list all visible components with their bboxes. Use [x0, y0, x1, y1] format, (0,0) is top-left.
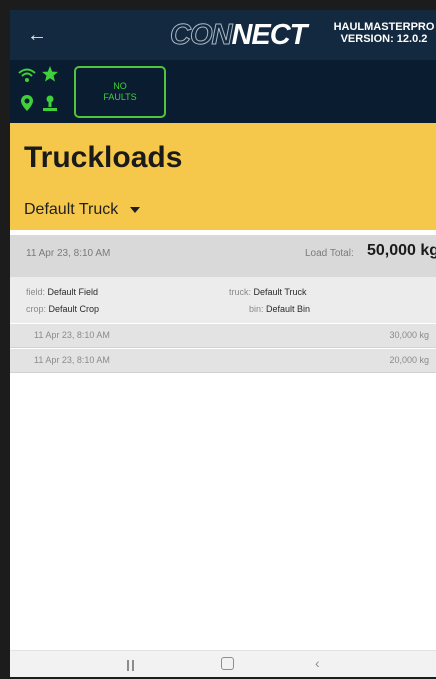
faults-line-1: NO [113, 81, 127, 91]
entry-weight: 30,000 kg [389, 330, 429, 340]
page-header: Truckloads Default Truck [10, 123, 436, 230]
crop-detail: crop: Default Crop [26, 303, 99, 315]
app-version: VERSION: 12.0.2 [340, 33, 428, 45]
back-chevron-icon[interactable]: ‹ [315, 655, 320, 671]
operator-icon [43, 95, 57, 111]
field-label: field: [26, 287, 46, 297]
load-total-value: 50,000 kg [367, 242, 436, 259]
bin-label: bin: [249, 304, 264, 314]
device-frame: ← CONNECT HAULMASTERPRO VERSION: 12.0.2 [0, 0, 436, 679]
truck-dropdown-value: Default Truck [24, 201, 119, 218]
list-item[interactable]: 11 Apr 23, 8:10 AM 20,000 kg [10, 349, 436, 373]
location-pin-icon [21, 95, 33, 111]
back-arrow-icon[interactable]: ← [24, 22, 50, 48]
truck-detail: truck: Default Truck [229, 286, 307, 298]
connect-logo: CONNECT [169, 19, 307, 51]
truck-label: truck: [229, 287, 252, 297]
system-nav-bar: ‹ [10, 650, 436, 677]
status-bar: NO FAULTS [10, 60, 436, 123]
load-date: 11 Apr 23, 8:10 AM [26, 248, 111, 259]
app-screen: ← CONNECT HAULMASTERPRO VERSION: 12.0.2 [10, 10, 436, 677]
page-title: Truckloads [24, 141, 183, 174]
home-icon[interactable] [221, 657, 234, 670]
logo-text-right: NECT [231, 19, 307, 51]
crop-label: crop: [26, 304, 47, 314]
caret-down-icon [130, 207, 141, 213]
logo-text-left: CON [169, 19, 232, 51]
crop-value: Default Crop [48, 304, 100, 314]
truck-dropdown[interactable]: Default Truck [24, 198, 141, 222]
list-item[interactable]: 11 Apr 23, 8:10 AM 30,000 kg [10, 324, 436, 348]
entry-date: 11 Apr 23, 8:10 AM [34, 330, 110, 340]
star-icon [42, 66, 58, 82]
bin-value: Default Bin [266, 304, 311, 314]
app-header: ← CONNECT HAULMASTERPRO VERSION: 12.0.2 [10, 10, 436, 60]
app-name: HAULMASTERPRO [333, 21, 435, 33]
wifi-icon [18, 68, 36, 82]
truck-value: Default Truck [253, 287, 307, 297]
faults-status-button[interactable]: NO FAULTS [74, 66, 166, 118]
faults-line-2: FAULTS [103, 92, 137, 102]
version-info: HAULMASTERPRO VERSION: 12.0.2 [324, 21, 436, 45]
load-details: field: Default Field crop: Default Crop … [10, 277, 436, 323]
field-value: Default Field [47, 287, 99, 297]
load-summary-row[interactable]: 11 Apr 23, 8:10 AM Load Total: 50,000 kg [10, 235, 436, 277]
entry-date: 11 Apr 23, 8:10 AM [34, 355, 110, 365]
entry-weight: 20,000 kg [389, 355, 429, 365]
recent-apps-icon[interactable] [127, 658, 141, 671]
bin-detail: bin: Default Bin [249, 303, 310, 315]
field-detail: field: Default Field [26, 286, 98, 298]
load-total-label: Load Total: [305, 248, 354, 259]
